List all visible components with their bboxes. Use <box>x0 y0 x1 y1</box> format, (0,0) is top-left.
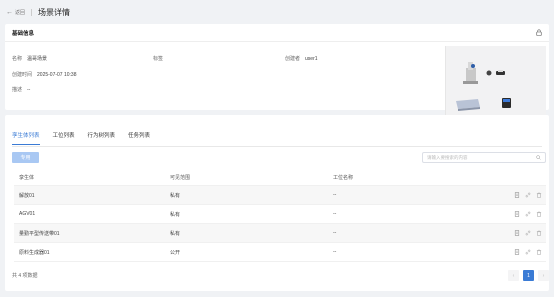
table-header: 孪生体 可见范围 工位名称 <box>14 169 546 186</box>
next-page-button[interactable]: › <box>538 270 549 281</box>
section-title: 基础信息 <box>12 30 35 37</box>
link-icon[interactable] <box>525 230 531 236</box>
cell-scope: 私有 <box>170 211 181 218</box>
cell-scope: 私有 <box>170 230 181 237</box>
document-icon[interactable] <box>514 211 520 217</box>
pagination: ‹ 1 › <box>504 270 549 281</box>
basic-info-header: 基础信息 <box>5 24 549 42</box>
tab-behavior-trees[interactable]: 行为树列表 <box>88 131 116 145</box>
tab-divider <box>12 146 542 147</box>
table-row[interactable]: 量勤平型传送带01 私有 -- <box>14 224 546 243</box>
search-input[interactable]: 请输入要搜索的内容 <box>422 152 546 163</box>
basic-info-card: 基础信息 名称 温哥场景 标签 创建者 user1 创建时间 2025-07-07 1… <box>5 24 549 130</box>
back-label: 返回 <box>15 9 26 16</box>
lock-icon[interactable] <box>536 29 542 36</box>
header-twin: 孪生体 <box>19 174 35 181</box>
arrow-left-icon: ← <box>6 8 13 16</box>
cell-station: -- <box>333 230 337 236</box>
row-actions <box>488 249 546 255</box>
creator-field: 创建者 user1 <box>285 55 318 62</box>
row-actions <box>488 192 546 198</box>
created-label: 创建时间 <box>12 72 33 78</box>
page-title: 场景详情 <box>38 7 71 17</box>
row-actions <box>488 211 546 217</box>
document-icon[interactable] <box>514 192 520 198</box>
back-button[interactable]: ← 返回 <box>6 9 25 16</box>
cell-twin: AGV01 <box>19 211 36 217</box>
created-time-field: 创建时间 2025-07-07 10:38 <box>12 71 77 78</box>
cell-scope: 公开 <box>170 249 181 256</box>
total-count: 共 4 项数据 <box>12 273 38 279</box>
prev-page-button[interactable]: ‹ <box>508 270 519 281</box>
trash-icon[interactable] <box>536 192 542 198</box>
search-icon[interactable] <box>536 155 541 160</box>
link-icon[interactable] <box>525 249 531 255</box>
tag-label: 标签 <box>153 56 164 62</box>
trash-icon[interactable] <box>536 230 542 236</box>
page-number-current[interactable]: 1 <box>523 270 534 281</box>
cell-station: -- <box>333 211 337 217</box>
desc-value: -- <box>27 87 31 93</box>
cell-scope: 私有 <box>170 192 181 199</box>
header-scope: 可见范围 <box>170 174 191 181</box>
twins-table: 孪生体 可见范围 工位名称 解放01 私有 -- AGV01 私有 -- 量勤平… <box>14 169 546 262</box>
trash-icon[interactable] <box>536 211 542 217</box>
tag-field: 标签 <box>153 55 168 62</box>
document-icon[interactable] <box>514 230 520 236</box>
name-field: 名称 温哥场景 <box>12 55 47 62</box>
table-row[interactable]: 解放01 私有 -- <box>14 186 546 205</box>
creator-label: 创建者 <box>285 56 301 62</box>
trash-icon[interactable] <box>536 249 542 255</box>
cell-twin: 量勤平型传送带01 <box>19 230 60 237</box>
divider <box>31 8 33 16</box>
cell-twin: 原料生成器01 <box>19 249 50 256</box>
tab-twins[interactable]: 孪生体列表 <box>12 131 40 145</box>
table-row[interactable]: 原料生成器01 公开 -- <box>14 243 546 262</box>
tab-bar: 孪生体列表 工位列表 行为树列表 任务列表 <box>12 131 163 145</box>
link-icon[interactable] <box>525 192 531 198</box>
top-bar: ← 返回 场景详情 <box>0 0 554 24</box>
row-actions <box>488 230 546 236</box>
search-placeholder: 请输入要搜索的内容 <box>427 154 468 160</box>
header-station: 工位名称 <box>333 174 354 181</box>
table-row[interactable]: AGV01 私有 -- <box>14 205 546 224</box>
desc-label: 描述 <box>12 87 23 93</box>
tab-tasks[interactable]: 任务列表 <box>128 131 150 145</box>
cell-station: -- <box>333 249 337 255</box>
cell-station: -- <box>333 192 337 198</box>
link-icon[interactable] <box>525 211 531 217</box>
document-icon[interactable] <box>514 249 520 255</box>
creator-value: user1 <box>305 56 318 62</box>
lists-card: 孪生体列表 工位列表 行为树列表 任务列表 专用 请输入要搜索的内容 孪生体 可… <box>5 115 549 291</box>
description-field: 描述 -- <box>12 86 30 93</box>
name-label: 名称 <box>12 56 23 62</box>
delete-button[interactable]: 专用 <box>12 152 39 163</box>
created-value: 2025-07-07 10:38 <box>37 72 77 78</box>
name-value: 温哥场景 <box>27 56 48 62</box>
cell-twin: 解放01 <box>19 192 35 199</box>
tab-stations[interactable]: 工位列表 <box>53 131 75 145</box>
